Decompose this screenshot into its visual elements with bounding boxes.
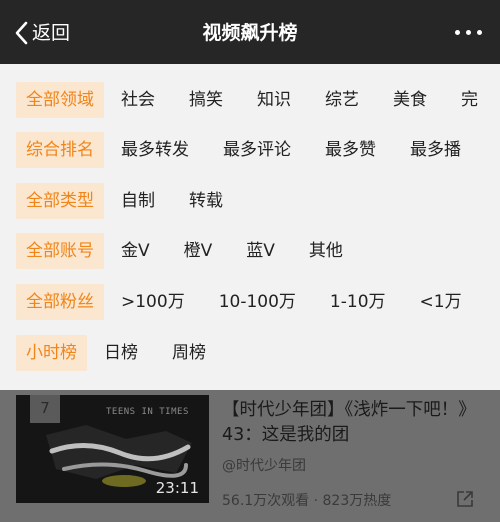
filter-row-period: 小时榜 日榜 周榜 [16,335,223,371]
filter-option[interactable]: 美食 [376,82,444,118]
page-title: 视频飙升榜 [202,22,298,44]
filter-option[interactable]: 转载 [172,183,240,219]
filter-option[interactable]: 最多转发 [104,132,206,168]
filter-options-account: 金V 橙V 蓝V 其他 [104,233,360,269]
filter-option[interactable]: 社会 [104,82,172,118]
filter-option[interactable]: 知识 [240,82,308,118]
filter-row-account: 全部账号 金V 橙V 蓝V 其他 [16,233,360,269]
filter-selected-type[interactable]: 全部类型 [16,183,104,219]
filter-row-type: 全部类型 自制 转载 [16,183,240,219]
filter-selected-period[interactable]: 小时榜 [16,335,87,371]
filter-option[interactable]: 周榜 [155,335,223,371]
thumbnail-brand: TEENS IN TIMES [106,407,189,417]
filter-option[interactable]: 橙V [167,233,230,269]
video-list: 7 TEENS IN TIMES 23:11 【时代少年团】《浅炸一下吧！》43… [0,390,500,522]
filter-option[interactable]: 10-100万 [202,284,313,320]
nav-bar: 返回 视频飙升榜 [0,0,500,64]
filter-option[interactable]: 最多赞 [308,132,393,168]
filter-option[interactable]: 日榜 [87,335,155,371]
filter-option[interactable]: 最多播 [393,132,478,168]
filter-option[interactable]: 完 [444,82,495,118]
filter-selected-account[interactable]: 全部账号 [16,233,104,269]
video-author[interactable]: @时代少年团 [222,455,306,475]
video-duration: 23:11 [155,479,199,497]
filter-options-sort: 最多转发 最多评论 最多赞 最多播 [104,132,478,168]
filter-options-followers: >100万 10-100万 1-10万 <1万 [104,284,479,320]
video-thumbnail[interactable]: 7 TEENS IN TIMES 23:11 [16,395,209,503]
video-stats: 56.1万次观看 · 823万热度 [222,493,392,509]
video-title[interactable]: 【时代少年团】《浅炸一下吧！》43：这是我的团 [222,398,484,448]
more-dot [455,30,460,35]
filter-row-followers: 全部粉丝 >100万 10-100万 1-10万 <1万 [16,284,479,320]
filter-selected-domain[interactable]: 全部领域 [16,82,104,118]
filter-selected-followers[interactable]: 全部粉丝 [16,284,104,320]
filter-options-domain: 社会 搞笑 知识 综艺 美食 完 [104,82,495,118]
more-dot [466,30,471,35]
share-icon[interactable] [456,490,474,512]
filter-option[interactable]: 其他 [292,233,360,269]
filter-option[interactable]: 1-10万 [313,284,403,320]
filter-row-sort: 综合排名 最多转发 最多评论 最多赞 最多播 [16,132,478,168]
filter-option[interactable]: 综艺 [308,82,376,118]
filter-option[interactable]: 自制 [104,183,172,219]
filter-option[interactable]: 搞笑 [172,82,240,118]
filter-panel: 全部领域 社会 搞笑 知识 综艺 美食 完 综合排名 最多转发 最多评论 最多赞… [0,64,500,390]
more-horizontal-icon[interactable] [455,30,482,35]
rank-badge: 7 [30,395,60,423]
filter-option[interactable]: 最多评论 [206,132,308,168]
filter-selected-sort[interactable]: 综合排名 [16,132,104,168]
filter-option[interactable]: 蓝V [229,233,292,269]
filter-options-type: 自制 转载 [104,183,240,219]
filter-option[interactable]: >100万 [104,284,202,320]
filter-options-period: 日榜 周榜 [87,335,223,371]
more-dot [477,30,482,35]
filter-option[interactable]: <1万 [403,284,479,320]
filter-row-domain: 全部领域 社会 搞笑 知识 综艺 美食 完 [16,82,495,118]
filter-option[interactable]: 金V [104,233,167,269]
